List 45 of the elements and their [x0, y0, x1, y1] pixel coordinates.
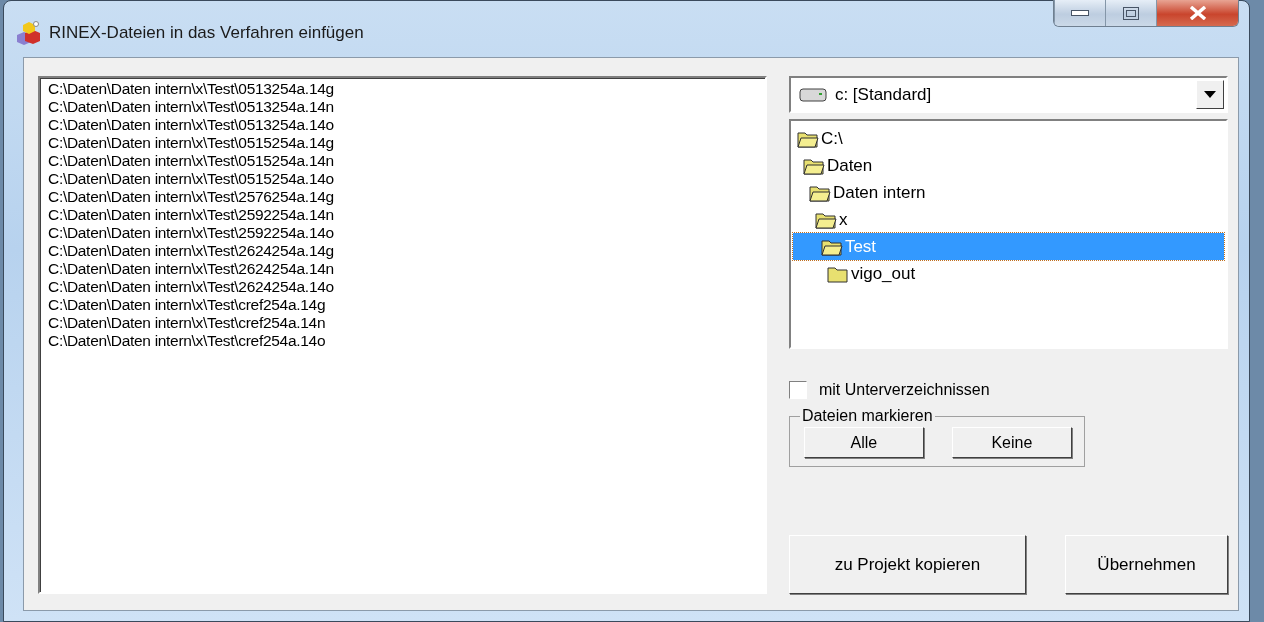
maximize-button[interactable]: [1105, 0, 1156, 26]
tree-item[interactable]: Daten: [792, 152, 1224, 179]
file-path[interactable]: C:\Daten\Daten intern\x\Test\2624254a.14o: [48, 278, 757, 296]
file-path[interactable]: C:\Daten\Daten intern\x\Test\2624254a.14n: [48, 260, 757, 278]
file-path[interactable]: C:\Daten\Daten intern\x\Test\0515254a.14n: [48, 152, 757, 170]
minimize-icon: [1071, 10, 1089, 16]
drive-icon: [798, 87, 827, 102]
tree-item[interactable]: Daten intern: [792, 179, 1224, 206]
maximize-icon: [1123, 6, 1139, 20]
mark-button[interactable]: Keine: [951, 427, 1072, 458]
file-path[interactable]: C:\Daten\Daten intern\x\Test\2624254a.14g: [48, 242, 757, 260]
tree-item[interactable]: C:\: [792, 125, 1224, 152]
tree-item[interactable]: vigo_out: [792, 260, 1224, 287]
tree-item[interactable]: x: [792, 206, 1224, 233]
open-folder-icon: [802, 156, 825, 175]
file-path[interactable]: C:\Daten\Daten intern\x\Test\2592254a.14n: [48, 206, 757, 224]
file-path[interactable]: C:\Daten\Daten intern\x\Test\0513254a.14o: [48, 116, 757, 134]
open-folder-icon: [814, 210, 837, 229]
file-path[interactable]: C:\Daten\Daten intern\x\Test\0515254a.14o: [48, 170, 757, 188]
minimize-button[interactable]: [1054, 0, 1105, 26]
open-folder-icon: [808, 183, 831, 202]
file-path[interactable]: C:\Daten\Daten intern\x\Test\cref254a.14g: [48, 296, 757, 314]
subdirectories-checkbox[interactable]: [788, 381, 807, 399]
file-path[interactable]: C:\Daten\Daten intern\x\Test\2576254a.14g: [48, 188, 757, 206]
file-path[interactable]: C:\Daten\Daten intern\x\Test\cref254a.14n: [48, 314, 757, 332]
dropdown-arrow-button[interactable]: [1196, 80, 1224, 109]
file-path[interactable]: C:\Daten\Daten intern\x\Test\0515254a.14g: [48, 134, 757, 152]
drive-dropdown[interactable]: c: [Standard]: [788, 76, 1228, 113]
group-title: Dateien markieren: [800, 407, 934, 425]
close-icon: [1188, 6, 1207, 20]
open-folder-icon: [796, 129, 819, 148]
action-button[interactable]: zu Projekt kopieren: [788, 535, 1026, 594]
folder-icon: [826, 264, 849, 283]
file-path[interactable]: C:\Daten\Daten intern\x\Test\cref254a.14o: [48, 332, 757, 350]
checkbox-label: mit Unterverzeichnissen: [818, 381, 990, 399]
close-button[interactable]: [1156, 0, 1238, 26]
open-folder-icon: [820, 237, 843, 256]
app-icon: [15, 21, 41, 45]
file-path[interactable]: C:\Daten\Daten intern\x\Test\0513254a.14g: [48, 80, 757, 98]
window-title: RINEX-Dateien in das Verfahren einfügen: [49, 23, 365, 43]
file-path[interactable]: C:\Daten\Daten intern\x\Test\2592254a.14o: [48, 224, 757, 242]
action-button[interactable]: Übernehmen: [1065, 535, 1228, 594]
mark-button[interactable]: Alle: [803, 427, 924, 458]
file-path[interactable]: C:\Daten\Daten intern\x\Test\0513254a.14n: [48, 98, 757, 116]
caret-icon: [1204, 91, 1216, 98]
